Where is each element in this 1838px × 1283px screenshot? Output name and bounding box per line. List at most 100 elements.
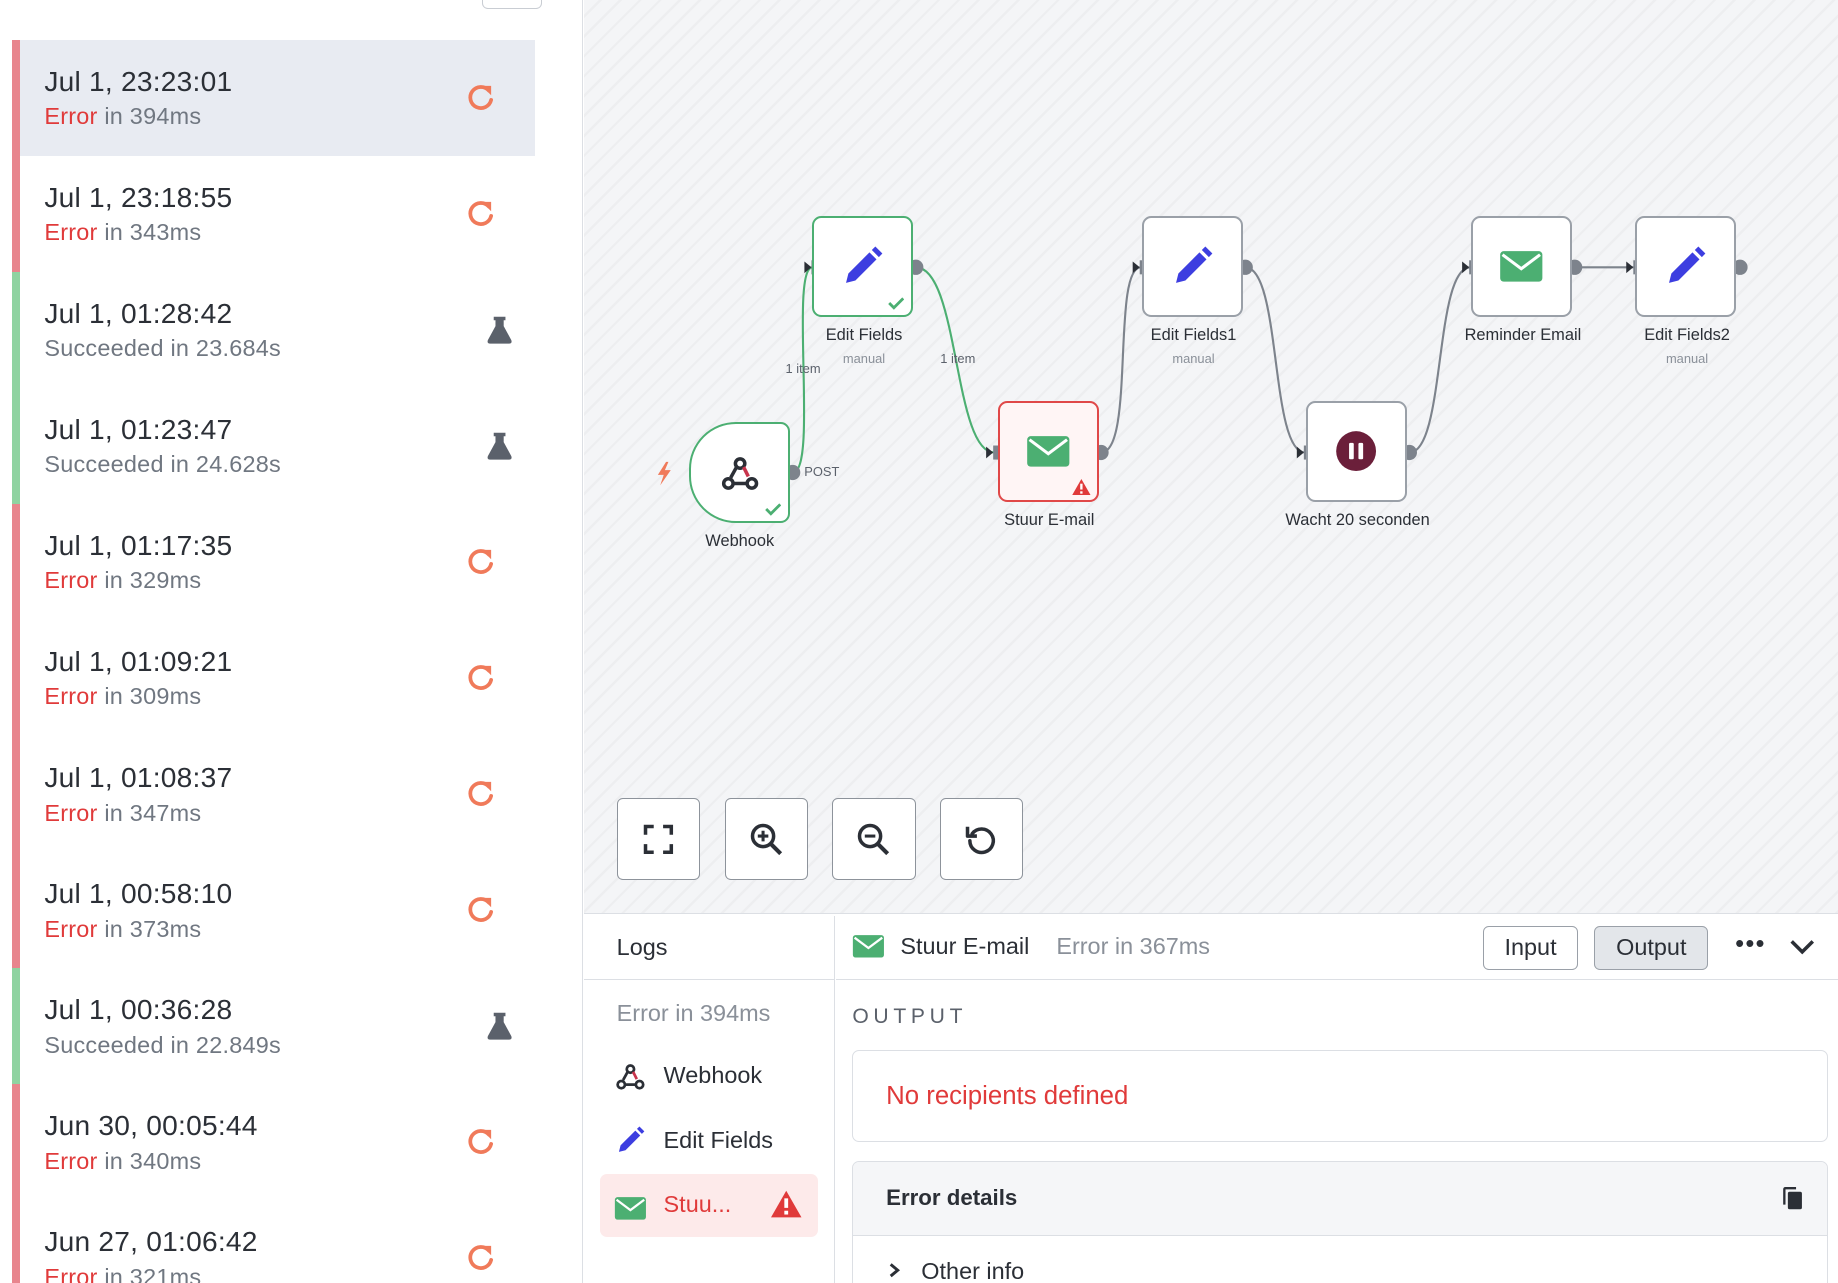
retry-icon[interactable] bbox=[463, 660, 498, 695]
retry-icon[interactable] bbox=[463, 80, 498, 115]
node-webhook[interactable] bbox=[689, 422, 791, 523]
check-icon bbox=[888, 297, 905, 310]
execution-item[interactable]: Jul 1, 00:58:10 Error in 373ms bbox=[11, 852, 535, 969]
execution-time: Jun 27, 01:06:42 bbox=[44, 1226, 258, 1258]
execution-status: Error in 329ms bbox=[44, 567, 202, 594]
envelope-icon bbox=[1026, 436, 1070, 467]
flask-icon[interactable] bbox=[482, 312, 517, 347]
execution-time: Jul 1, 01:17:35 bbox=[44, 529, 233, 561]
execution-item[interactable]: Jul 1, 01:08:37 Error in 347ms bbox=[11, 736, 535, 853]
log-item-label: Stuu... bbox=[663, 1191, 732, 1218]
logs-summary: Error in 394ms bbox=[616, 1000, 771, 1027]
node-reminder-email[interactable] bbox=[1471, 215, 1573, 317]
execution-item[interactable]: Jul 1, 00:36:28 Succeeded in 22.849s bbox=[11, 968, 535, 1085]
webhook-icon bbox=[616, 1063, 645, 1090]
execution-item[interactable]: Jun 30, 00:05:44 Error in 340ms bbox=[11, 1084, 535, 1201]
other-info-toggle[interactable]: Other info bbox=[886, 1258, 1024, 1283]
pencil-icon bbox=[1175, 246, 1213, 283]
zoom-out-icon bbox=[858, 823, 890, 855]
retry-icon[interactable] bbox=[463, 776, 498, 811]
execution-time: Jul 1, 01:09:21 bbox=[44, 645, 233, 677]
node-edit-fields2[interactable] bbox=[1635, 215, 1737, 317]
detail-node-name: Stuur E-mail bbox=[900, 933, 1030, 960]
node-edit-fields1[interactable] bbox=[1141, 215, 1243, 317]
execution-item[interactable]: Jul 1, 01:23:47 Succeeded in 24.628s bbox=[11, 388, 535, 505]
error-details-header: Error details bbox=[853, 1161, 1827, 1236]
more-options-button[interactable]: ••• bbox=[1735, 930, 1766, 959]
node-wacht[interactable] bbox=[1306, 400, 1407, 502]
pencil-icon bbox=[1669, 246, 1706, 283]
reset-zoom-button[interactable] bbox=[940, 798, 1024, 881]
fit-view-icon bbox=[643, 824, 673, 855]
execution-item[interactable]: Jul 1, 01:09:21 Error in 309ms bbox=[11, 620, 535, 737]
execution-status: Succeeded in 24.628s bbox=[44, 451, 281, 478]
node-stuur-email-label: Stuur E-mail bbox=[1004, 511, 1095, 530]
workflow-canvas[interactable]: Webhook POST 1 item Edit Fields manual 1… bbox=[583, 0, 1838, 915]
retry-icon[interactable] bbox=[463, 1240, 498, 1275]
node-stuur-email[interactable] bbox=[997, 400, 1099, 502]
node-edit-fields[interactable] bbox=[812, 215, 914, 317]
sidebar-top-button[interactable] bbox=[481, 0, 542, 10]
node-edit-fields1-label: Edit Fields1 bbox=[1150, 325, 1237, 344]
execution-time: Jun 30, 00:05:44 bbox=[44, 1110, 258, 1142]
node-edit-fields1-sub: manual bbox=[1172, 350, 1215, 366]
flask-icon[interactable] bbox=[482, 1008, 517, 1043]
error-details-title: Error details bbox=[886, 1185, 1018, 1211]
retry-icon[interactable] bbox=[463, 196, 498, 231]
execution-status: Succeeded in 23.684s bbox=[44, 335, 281, 362]
logs-title: Logs bbox=[616, 934, 668, 961]
log-item-stuur-email[interactable]: Stuu... bbox=[600, 1173, 819, 1237]
fit-view-button[interactable] bbox=[616, 798, 700, 881]
execution-status: Error in 347ms bbox=[44, 799, 202, 826]
retry-icon[interactable] bbox=[463, 544, 498, 579]
execution-time: Jul 1, 01:23:47 bbox=[44, 413, 233, 445]
execution-item[interactable]: Jun 27, 01:06:42 Error in 321ms bbox=[11, 1200, 535, 1283]
reset-icon bbox=[966, 826, 996, 855]
detail-node-meta: Error in 367ms bbox=[1056, 933, 1211, 960]
webhook-icon bbox=[721, 456, 758, 490]
log-item-webhook[interactable]: Webhook bbox=[600, 1045, 818, 1108]
flask-icon[interactable] bbox=[482, 428, 517, 463]
pencil-icon bbox=[619, 1126, 645, 1153]
execution-status: Error in 309ms bbox=[44, 683, 202, 710]
error-details-box: Error details Other info bbox=[852, 1160, 1828, 1283]
execution-status: Error in 373ms bbox=[44, 915, 202, 942]
log-item-label: Webhook bbox=[663, 1062, 763, 1089]
execution-status: Error in 321ms bbox=[44, 1263, 202, 1283]
node-detail-panel: Stuur E-mail Error in 367ms Input Output… bbox=[835, 915, 1838, 1283]
envelope-icon bbox=[853, 935, 885, 958]
chevron-right-icon bbox=[886, 1258, 921, 1283]
execution-status: Error in 343ms bbox=[44, 219, 202, 246]
log-item-edit-fields[interactable]: Edit Fields bbox=[600, 1109, 818, 1172]
retry-icon[interactable] bbox=[463, 892, 498, 927]
zoom-out-button[interactable] bbox=[832, 798, 916, 881]
execution-time: Jul 1, 01:28:42 bbox=[44, 297, 233, 329]
execution-item[interactable]: Jul 1, 01:28:42 Succeeded in 23.684s bbox=[11, 271, 535, 389]
execution-item[interactable]: Jul 1, 01:17:35 Error in 329ms bbox=[11, 504, 535, 621]
output-tab-button[interactable]: Output bbox=[1594, 926, 1709, 970]
envelope-icon bbox=[615, 1197, 647, 1220]
node-webhook-label: Webhook bbox=[705, 532, 775, 551]
warning-icon bbox=[771, 1190, 802, 1218]
detail-header: Stuur E-mail Error in 367ms Input Output… bbox=[835, 916, 1838, 981]
chevron-down-icon[interactable] bbox=[1787, 932, 1817, 962]
envelope-icon bbox=[1500, 250, 1543, 282]
zoom-in-button[interactable] bbox=[724, 798, 808, 881]
copy-icon[interactable] bbox=[1782, 1187, 1803, 1210]
node-edit-fields2-sub: manual bbox=[1665, 350, 1709, 366]
other-info-label: Other info bbox=[921, 1257, 1025, 1283]
execution-item[interactable]: Jul 1, 23:23:01 Error in 394ms bbox=[11, 39, 535, 156]
executions-sidebar: Jul 1, 23:23:01 Error in 394ms Jul 1, 23… bbox=[0, 0, 583, 1283]
execution-item[interactable]: Jul 1, 23:18:55 Error in 343ms bbox=[11, 155, 535, 272]
output-section-title: OUTPUT bbox=[852, 1004, 968, 1028]
retry-icon[interactable] bbox=[463, 1124, 498, 1159]
error-message-box: No recipients defined bbox=[852, 1050, 1828, 1142]
input-tab-button[interactable]: Input bbox=[1483, 926, 1579, 970]
pencil-icon bbox=[846, 246, 883, 283]
log-item-label: Edit Fields bbox=[663, 1126, 773, 1153]
divider bbox=[583, 978, 835, 981]
webhook-output-label: POST bbox=[804, 464, 840, 480]
node-edit-fields-label: Edit Fields bbox=[825, 325, 903, 344]
execution-status: Error in 394ms bbox=[44, 103, 202, 130]
execution-time: Jul 1, 01:08:37 bbox=[44, 762, 233, 794]
